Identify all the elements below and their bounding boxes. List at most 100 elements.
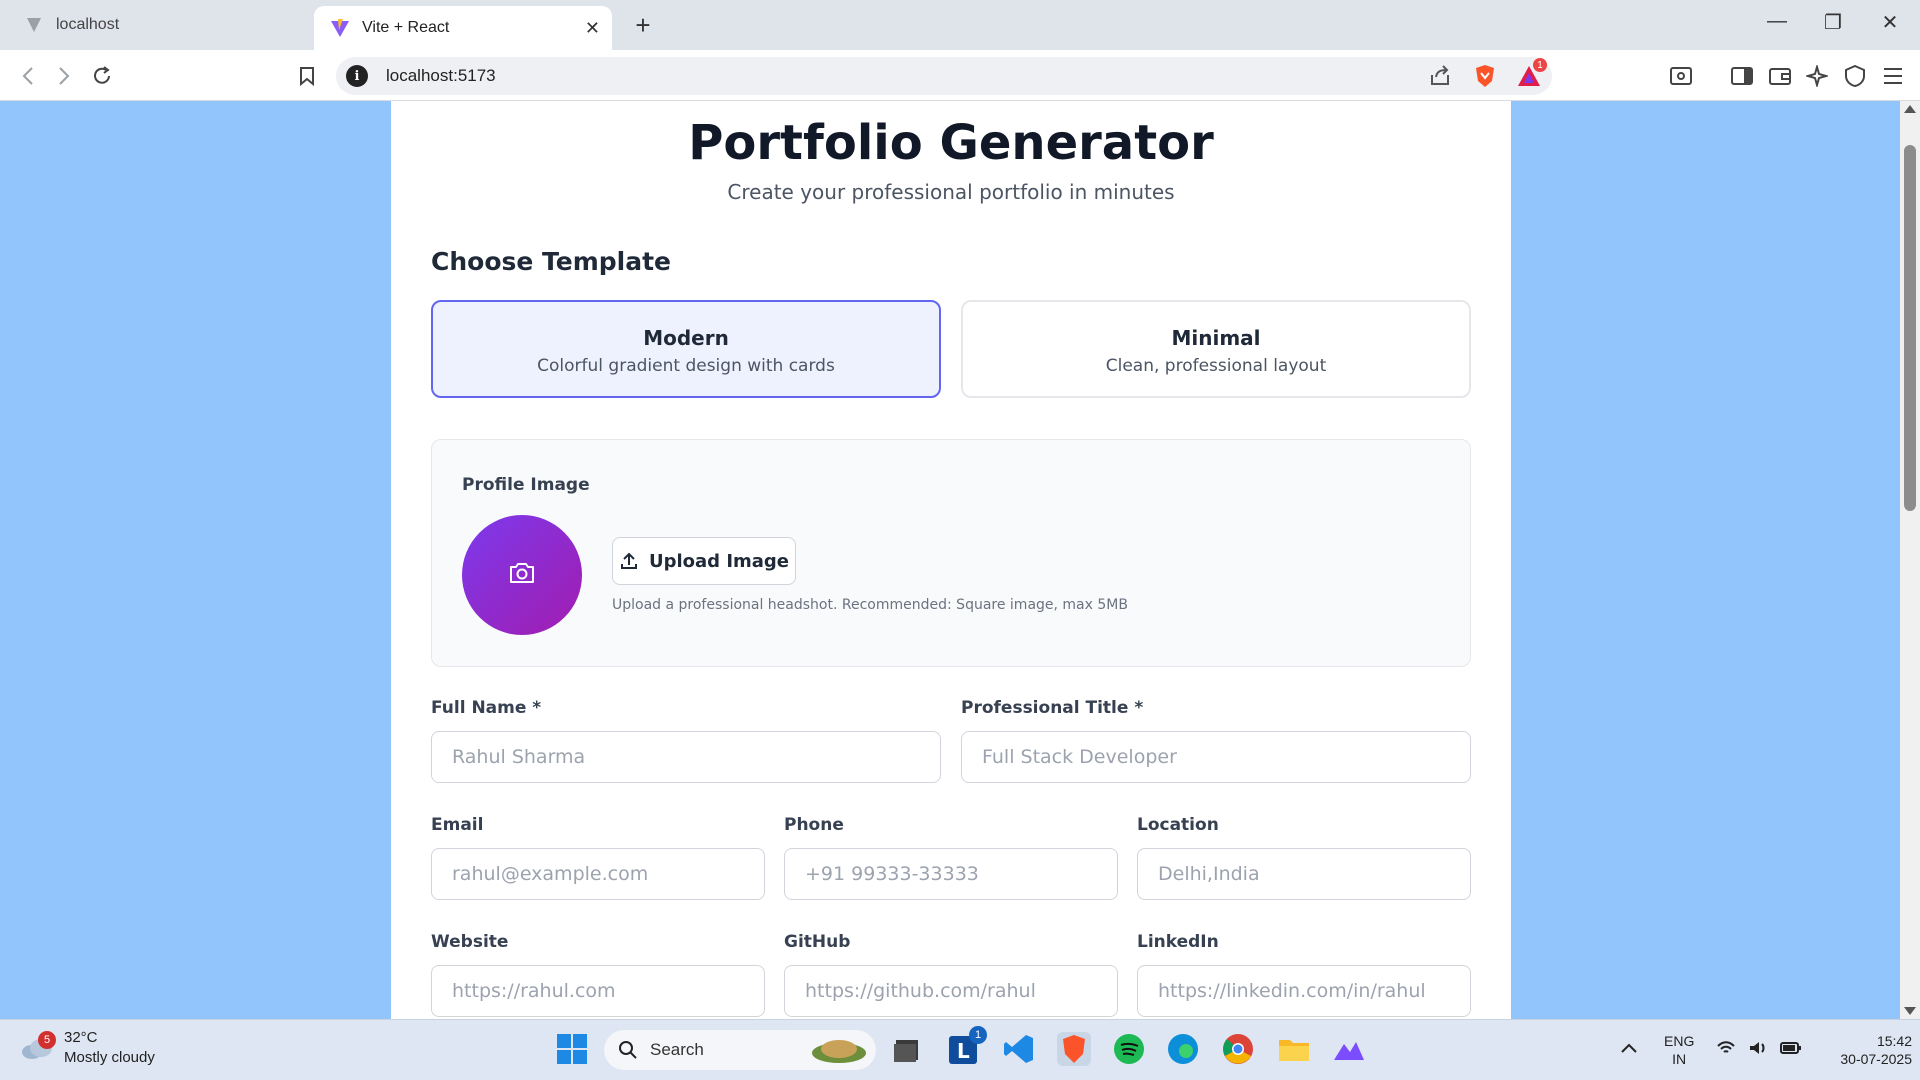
localhost-favicon-icon (24, 15, 44, 35)
browser-toolbar: i localhost:5173 1 (0, 50, 1920, 101)
leo-ai-icon[interactable] (1803, 62, 1831, 90)
brave-shields-icon[interactable] (1471, 62, 1499, 90)
search-label: Search (650, 1040, 704, 1059)
menu-icon[interactable] (1879, 62, 1907, 90)
page-scrollbar[interactable] (1900, 101, 1920, 1019)
app-mountain-icon[interactable] (1332, 1032, 1366, 1066)
scrollbar-thumb[interactable] (1904, 145, 1916, 511)
location-input[interactable] (1137, 848, 1471, 900)
location-label: Location (1137, 815, 1219, 835)
vpn-icon[interactable] (1841, 62, 1869, 90)
chrome-icon[interactable] (1221, 1032, 1255, 1066)
spotify-icon[interactable] (1112, 1032, 1146, 1066)
template-name: Modern (643, 326, 729, 350)
tab-localhost[interactable]: localhost (8, 6, 308, 44)
professional-title-label: Professional Title * (961, 698, 1144, 718)
clock-date: 30-07-2025 (1840, 1051, 1912, 1067)
forward-icon[interactable] (50, 62, 78, 90)
template-name: Minimal (1171, 326, 1261, 350)
wallet-icon[interactable] (1766, 62, 1794, 90)
system-status-icons[interactable] (1716, 1040, 1802, 1060)
language-line2: IN (1672, 1051, 1687, 1067)
language-indicator[interactable]: ENG IN (1664, 1032, 1694, 1068)
portfolio-form-card: Portfolio Generator Create your professi… (391, 101, 1511, 1019)
language-line1: ENG (1664, 1033, 1695, 1049)
template-heading: Choose Template (431, 247, 672, 276)
outlook-badge: 1 (969, 1026, 987, 1044)
brave-rewards-icon[interactable]: 1 (1515, 58, 1547, 90)
volume-icon (1748, 1040, 1768, 1060)
tab-vite-react[interactable]: Vite + React ✕ (314, 6, 612, 50)
template-description: Colorful gradient design with cards (537, 356, 835, 376)
reader-mode-icon[interactable] (1667, 62, 1695, 90)
vscode-icon[interactable] (1002, 1032, 1036, 1066)
avatar-placeholder[interactable] (462, 515, 582, 635)
github-label: GitHub (784, 932, 851, 952)
back-icon[interactable] (14, 62, 42, 90)
linkedin-label: LinkedIn (1137, 932, 1219, 952)
full-name-input[interactable] (431, 731, 941, 783)
upload-image-button[interactable]: Upload Image (612, 537, 796, 585)
browser-tab-bar: localhost Vite + React ✕ + — ❐ ✕ (0, 0, 1920, 50)
template-modern-option[interactable]: Modern Colorful gradient design with car… (431, 300, 941, 398)
wifi-icon (1716, 1040, 1736, 1060)
outlook-icon[interactable]: L 1 (947, 1026, 987, 1066)
template-minimal-option[interactable]: Minimal Clean, professional layout (961, 300, 1471, 398)
address-bar[interactable]: i localhost:5173 (336, 57, 1552, 95)
website-input[interactable] (431, 965, 765, 1017)
scroll-up-icon[interactable] (1904, 105, 1916, 113)
windows-taskbar: 5 32°C Mostly cloudy Search L 1 ENG IN 1… (0, 1019, 1920, 1080)
professional-title-input[interactable] (961, 731, 1471, 783)
tab-label: localhost (56, 16, 120, 33)
battery-icon (1780, 1040, 1802, 1060)
tab-label: Vite + React (362, 19, 450, 36)
edge-icon[interactable] (1166, 1032, 1200, 1066)
full-name-label: Full Name * (431, 698, 542, 718)
weather-widget[interactable]: 5 32°C Mostly cloudy (20, 1028, 155, 1068)
svg-text:L: L (957, 1039, 970, 1063)
bookmark-icon[interactable] (293, 62, 321, 90)
rewards-badge: 1 (1533, 58, 1547, 72)
weather-badge: 5 (38, 1031, 56, 1049)
email-label: Email (431, 815, 484, 835)
profile-image-label: Profile Image (462, 475, 590, 495)
show-hidden-icons-icon[interactable] (1620, 1040, 1638, 1058)
site-info-icon[interactable]: i (346, 65, 368, 87)
new-tab-button[interactable]: + (628, 10, 658, 41)
upload-hint: Upload a professional headshot. Recommen… (612, 597, 1128, 613)
cloud-icon: 5 (20, 1031, 56, 1061)
page-title: Portfolio Generator (688, 115, 1214, 171)
restore-icon[interactable]: ❐ (1813, 10, 1853, 35)
close-window-icon[interactable]: ✕ (1870, 10, 1910, 35)
url-text: localhost:5173 (386, 66, 496, 85)
clock-time: 15:42 (1876, 1033, 1912, 1049)
search-highlight-icon (810, 1035, 868, 1065)
file-explorer-icon[interactable] (1277, 1032, 1311, 1066)
github-input[interactable] (784, 965, 1118, 1017)
minimize-icon[interactable]: — (1757, 10, 1797, 33)
scroll-down-icon[interactable] (1904, 1007, 1916, 1015)
clock[interactable]: 15:42 30-07-2025 (1812, 1032, 1912, 1068)
page-subtitle: Create your professional portfolio in mi… (727, 180, 1175, 204)
phone-input[interactable] (784, 848, 1118, 900)
upload-icon (619, 551, 639, 571)
page-viewport: Portfolio Generator Create your professi… (0, 101, 1900, 1019)
reload-icon[interactable] (88, 62, 116, 90)
brave-taskbar-icon[interactable] (1057, 1032, 1091, 1066)
upload-image-label: Upload Image (648, 550, 790, 572)
share-icon[interactable] (1426, 62, 1454, 90)
linkedin-input[interactable] (1137, 965, 1471, 1017)
template-description: Clean, professional layout (1105, 356, 1327, 376)
email-input[interactable] (431, 848, 765, 900)
vite-favicon-icon (330, 18, 350, 38)
taskbar-search[interactable]: Search (604, 1030, 876, 1070)
file-stack-icon[interactable] (890, 1032, 924, 1066)
weather-condition: Mostly cloudy (64, 1049, 155, 1066)
website-label: Website (431, 932, 509, 952)
sidebar-icon[interactable] (1728, 62, 1756, 90)
temperature: 32°C (64, 1029, 98, 1046)
close-tab-icon[interactable]: ✕ (585, 18, 600, 39)
profile-image-section: Profile Image Upload Image Upload a prof… (431, 439, 1471, 667)
search-icon (618, 1040, 638, 1060)
windows-start-icon[interactable] (555, 1032, 589, 1066)
